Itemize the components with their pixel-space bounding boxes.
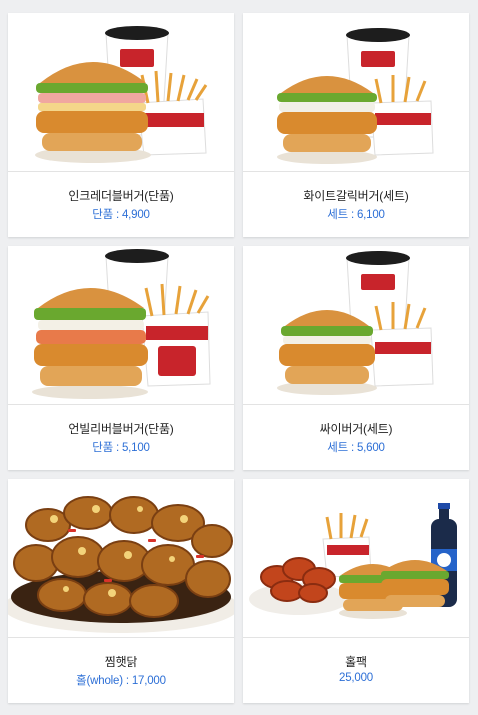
menu-image: [8, 246, 234, 404]
card-divider: [243, 637, 469, 638]
menu-name: 홀팩: [345, 655, 367, 669]
menu-name: 화이트갈릭버거(세트): [303, 189, 409, 203]
card-divider: [243, 171, 469, 172]
card-divider: [243, 404, 469, 405]
burger-set-photo: [277, 28, 434, 164]
card-divider: [8, 171, 234, 172]
menu-card-white-garlic-burger[interactable]: 화이트갈릭버거(세트) 세트 : 6,100: [243, 13, 469, 237]
menu-price: 세트 : 6,100: [327, 209, 385, 221]
menu-card-jjimhaetdak[interactable]: 찜햇닭 홀(whole) : 17,000: [8, 479, 234, 703]
menu-image: [8, 13, 234, 171]
menu-price: 홀(whole) : 17,000: [76, 675, 166, 687]
burger-set-photo: [35, 26, 208, 163]
menu-image: [243, 13, 469, 171]
menu-image: [243, 246, 469, 404]
card-divider: [8, 404, 234, 405]
menu-name: 인크레더블버거(단품): [68, 189, 174, 203]
menu-card-unbelievable-burger[interactable]: 언빌리버블버거(단품) 단품 : 5,100: [8, 246, 234, 470]
menu-card-incredible-burger[interactable]: 인크레더블버거(단품) 단품 : 4,900: [8, 13, 234, 237]
menu-price: 25,000: [339, 672, 373, 684]
menu-image: [8, 479, 234, 637]
menu-name: 싸이버거(세트): [319, 422, 393, 436]
menu-grid: 인크레더블버거(단품) 단품 : 4,900 화이트갈릭버거(세트) 세트: …: [0, 0, 478, 715]
menu-image: [243, 479, 469, 637]
glazed-chicken-photo: [8, 496, 234, 633]
menu-price: 세트 : 5,600: [327, 442, 385, 454]
card-divider: [8, 637, 234, 638]
burger-set-photo: [277, 251, 434, 395]
burger-set-photo: [32, 249, 211, 399]
whole-pack-photo: [249, 503, 457, 619]
menu-name: 찜햇닭: [104, 655, 138, 669]
menu-price: 단품 : 5,100: [92, 442, 150, 454]
menu-card-thigh-burger[interactable]: 싸이버거(세트) 세트 : 5,600: [243, 246, 469, 470]
menu-card-whole-pack[interactable]: 홀팩 25,000: [243, 479, 469, 703]
menu-price: 단품 : 4,900: [92, 209, 150, 221]
menu-name: 언빌리버블버거(단품): [68, 422, 174, 436]
